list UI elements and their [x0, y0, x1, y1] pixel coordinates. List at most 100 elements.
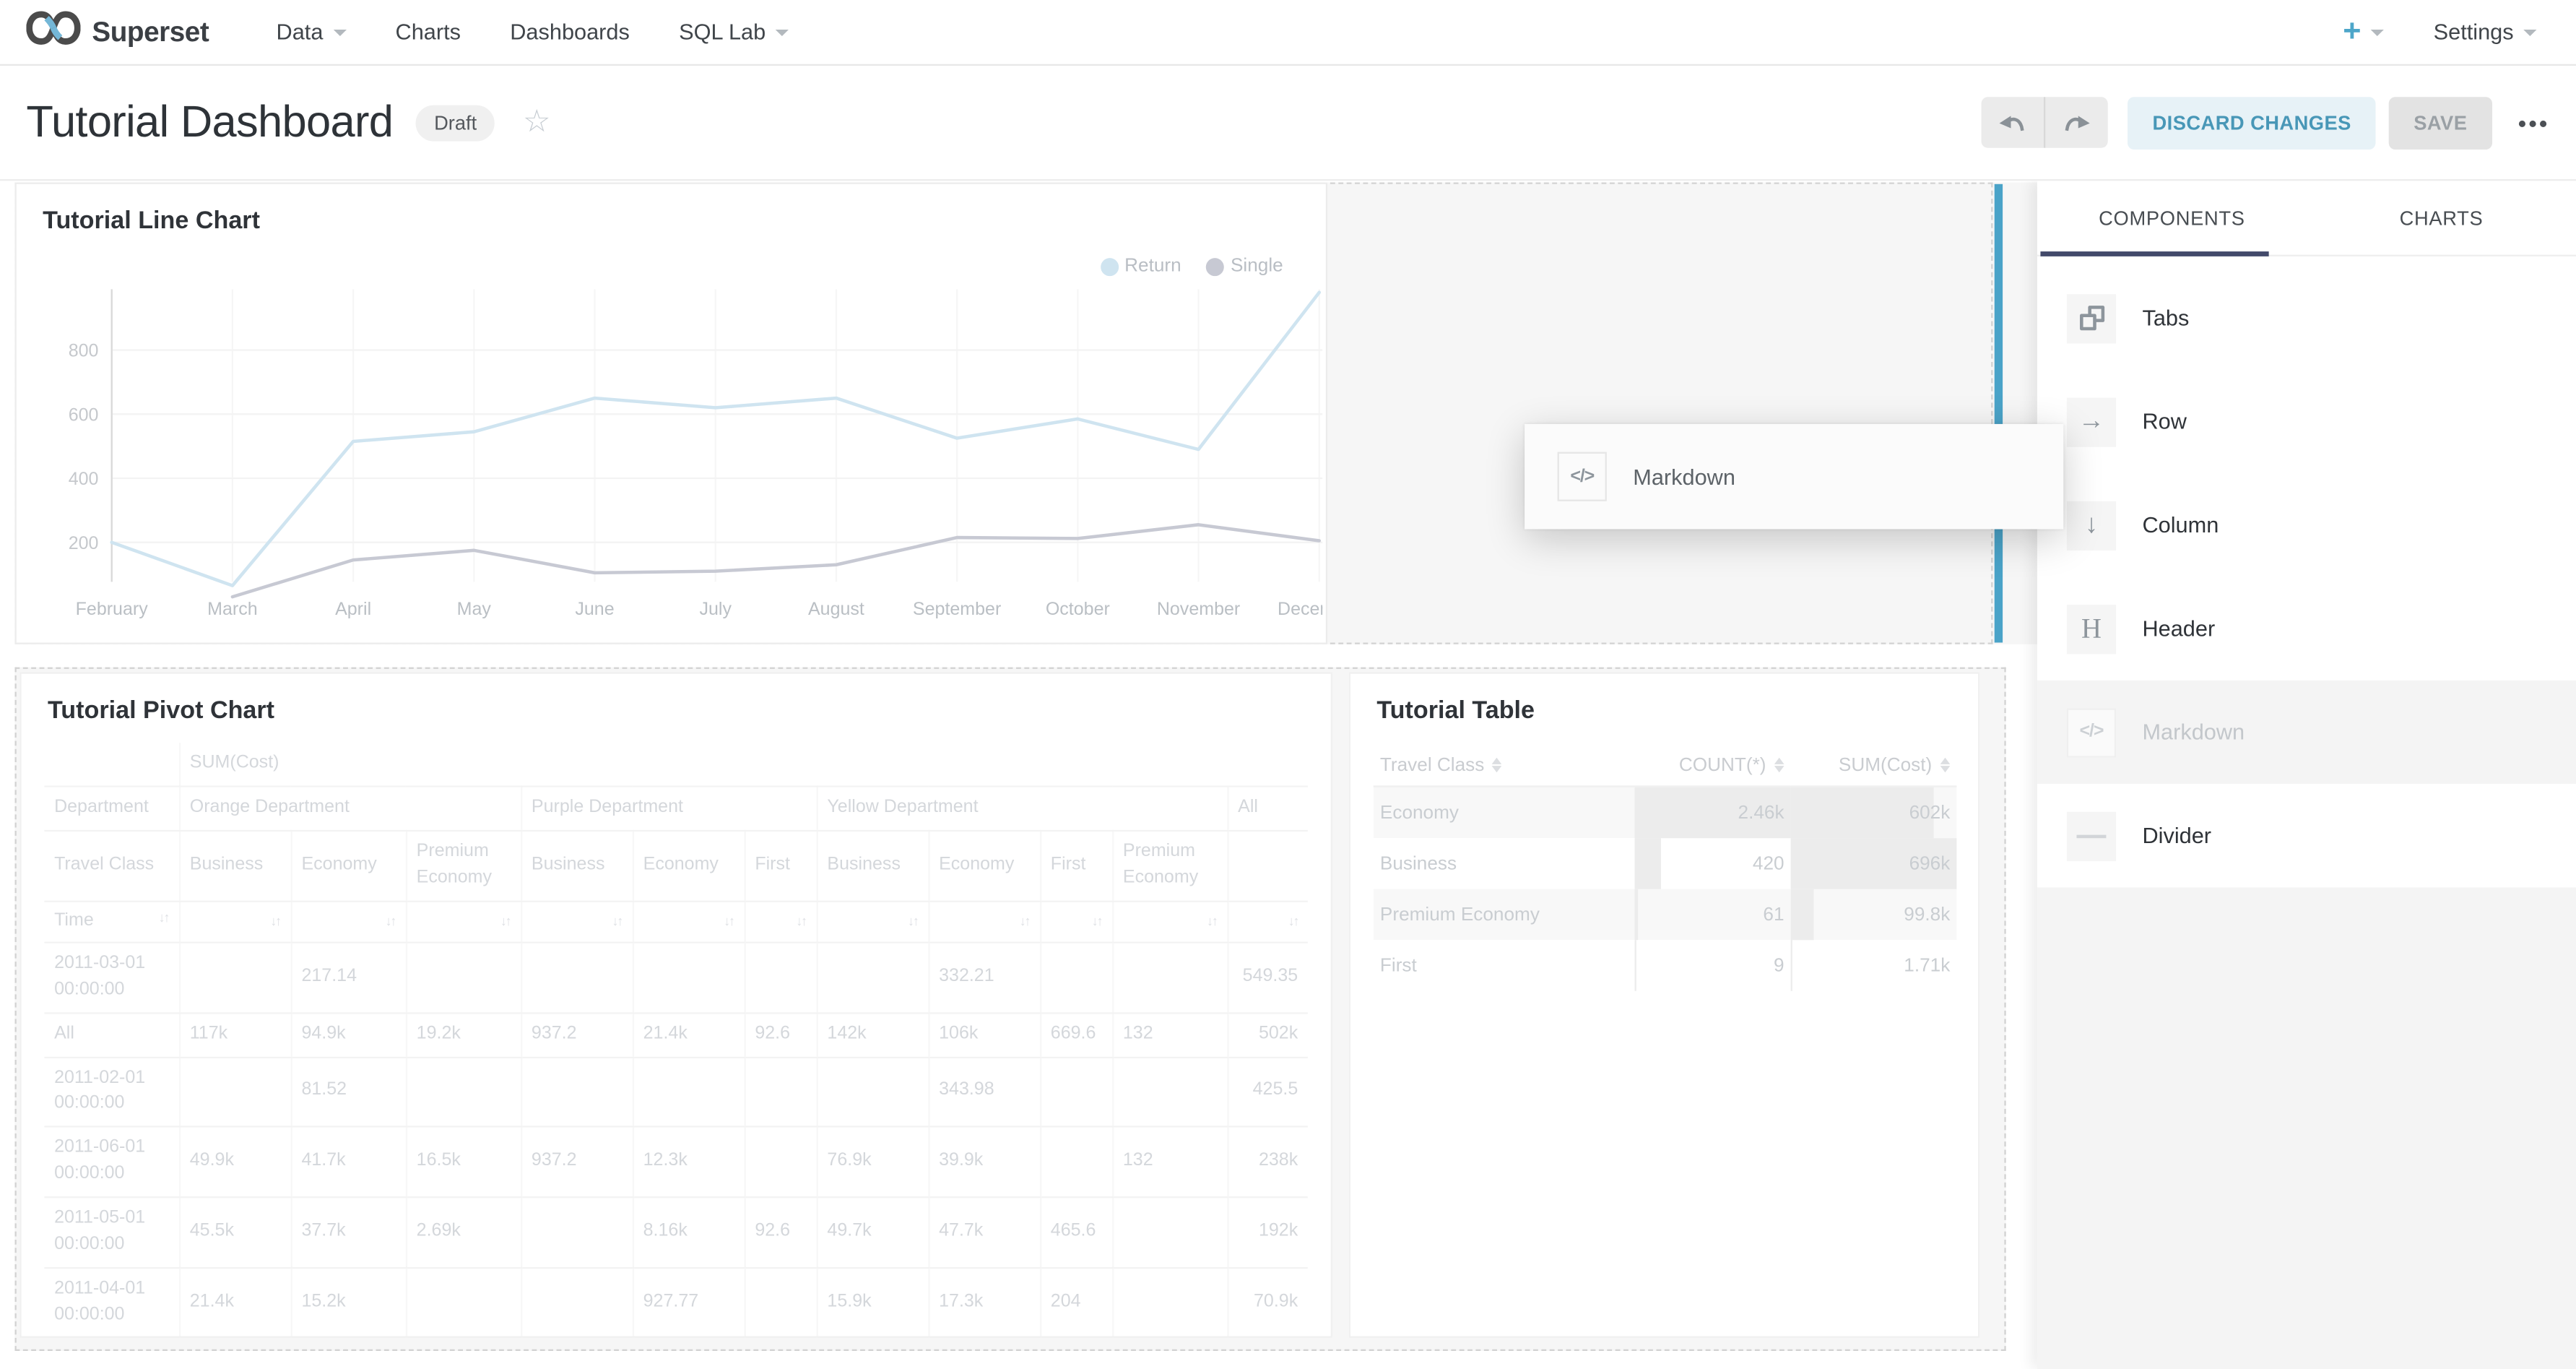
pivot-col-label: Business [817, 831, 929, 902]
sort-icon[interactable]: ↓↑ [1020, 912, 1030, 930]
drag-preview-label: Markdown [1633, 465, 1735, 489]
pivot-cell [745, 942, 817, 1013]
pivot-group-row: DepartmentOrange DepartmentPurple Depart… [44, 786, 1307, 830]
column-header[interactable]: SUM(Cost) [1791, 746, 1957, 787]
pivot-cell: 49.9k [179, 1127, 291, 1198]
svg-text:April: April [335, 599, 371, 619]
pivot-cell: 8.16k [633, 1198, 745, 1269]
pivot-cell: 937.2 [521, 1127, 633, 1198]
more-options-button[interactable]: ••• [2518, 109, 2550, 135]
pivot-cell: 92.6 [745, 1198, 817, 1269]
chart-title[interactable]: Tutorial Table [1376, 697, 1535, 725]
sort-icon[interactable]: ↓↑ [385, 912, 395, 930]
pivot-all-cell: 192k [1227, 1198, 1308, 1269]
nav-item-label: SQL Lab [679, 20, 766, 44]
column-header[interactable]: COUNT(*) [1635, 746, 1791, 787]
pivot-data-row: 2011-04-01 00:00:0021.4k15.2k927.7715.9k… [44, 1268, 1307, 1337]
count-cell: 9 [1635, 940, 1791, 991]
chart-title[interactable]: Tutorial Pivot Chart [48, 697, 274, 725]
sort-icon[interactable]: ↓↑ [1092, 912, 1102, 930]
panel-item-divider[interactable]: Divider [2037, 784, 2576, 887]
superset-infinity-icon [26, 10, 80, 54]
svg-text:October: October [1046, 599, 1110, 619]
panel-filler [2037, 887, 2576, 1369]
sort-icon[interactable]: ↓↑ [1207, 912, 1217, 930]
pivot-measure-label: SUM(Cost) [179, 743, 1308, 786]
pivot-data-row: 2011-02-01 00:00:0081.52343.98425.5 [44, 1057, 1307, 1128]
pivot-row-label: 2011-03-01 00:00:00 [44, 942, 179, 1013]
new-dropdown-button[interactable]: + [2343, 17, 2384, 48]
pivot-cell: 15.2k [291, 1268, 406, 1337]
pivot-cell [521, 1198, 633, 1269]
pivot-cell: 142k [817, 1012, 929, 1056]
save-button[interactable]: SAVE [2389, 96, 2492, 149]
sort-icon[interactable]: ↓↑ [724, 912, 734, 930]
settings-menu[interactable]: Settings [2434, 20, 2537, 44]
superset-logo[interactable]: Superset [26, 10, 209, 54]
header-actions: DISCARD CHANGES SAVE ••• [1982, 96, 2550, 149]
pivot-cell: 2.69k [406, 1198, 521, 1269]
dashboard-title[interactable]: Tutorial Dashboard [26, 97, 393, 148]
column-icon: ↓ [2067, 501, 2116, 550]
panel-item-label: Markdown [2142, 720, 2245, 744]
nav-item-dashboards[interactable]: Dashboards [510, 20, 630, 44]
pivot-data-row: 2011-03-01 00:00:00217.14332.21549.35 [44, 942, 1307, 1013]
drag-preview-markdown[interactable]: </> Markdown [1525, 424, 2063, 530]
tab-components[interactable]: COMPONENTS [2037, 181, 2307, 254]
pivot-rowdim-label: Travel Class [44, 831, 179, 902]
navbar-right: + Settings [2343, 17, 2549, 48]
pivot-all-cell: 425.5 [1227, 1057, 1308, 1128]
pivot-cell [633, 942, 745, 1013]
svg-text:800: 800 [69, 341, 99, 361]
brand-name: Superset [92, 16, 209, 48]
pivot-cell: 21.4k [179, 1268, 291, 1337]
divider-icon [2067, 811, 2116, 860]
sort-icon[interactable]: ↓↑ [1288, 912, 1298, 930]
panel-item-label: Row [2142, 409, 2186, 433]
nav-item-sql-lab[interactable]: SQL Lab [679, 20, 789, 44]
settings-label: Settings [2434, 20, 2514, 44]
panel-item-column[interactable]: ↓Column [2037, 473, 2576, 576]
pivot-cell [179, 942, 291, 1013]
sort-icon[interactable]: ↓↑ [500, 912, 511, 930]
sort-icon[interactable]: ↓↑ [612, 912, 622, 930]
panel-item-tabs[interactable]: Tabs [2037, 267, 2576, 370]
builder-panel: COMPONENTS CHARTS Tabs→Row↓ColumnHHeader… [2037, 181, 2576, 1369]
pivot-cell [745, 1057, 817, 1128]
sort-icon[interactable]: ↓↑ [908, 912, 918, 930]
line-chart-card[interactable]: Tutorial Line Chart ReturnSingle 2004006… [14, 183, 1327, 644]
pivot-row-label: 2011-06-01 00:00:00 [44, 1127, 179, 1198]
pivot-col-label: Business [179, 831, 291, 902]
sort-icon[interactable]: ↓↑ [796, 912, 806, 930]
column-header[interactable]: Travel Class [1374, 746, 1635, 787]
panel-item-row[interactable]: →Row [2037, 370, 2576, 473]
pivot-cell: 217.14 [291, 942, 406, 1013]
sort-icon[interactable]: ↓↑ [270, 912, 280, 930]
redo-icon [2062, 111, 2091, 134]
svg-text:200: 200 [69, 533, 99, 553]
sort-icon[interactable]: ↓↑ [159, 908, 169, 927]
nav-item-charts[interactable]: Charts [396, 20, 461, 44]
pivot-cell: 343.98 [928, 1057, 1040, 1128]
nav-item-data[interactable]: Data [277, 20, 347, 44]
sum-cell: 1.71k [1791, 940, 1957, 991]
tab-charts[interactable]: CHARTS [2307, 181, 2576, 254]
sum-cell: 696k [1791, 838, 1957, 889]
table-chart-card[interactable]: Tutorial Table Travel ClassCOUNT(*)SUM(C… [1349, 672, 1980, 1337]
pivot-cell: 106k [928, 1012, 1040, 1056]
discard-changes-button[interactable]: DISCARD CHANGES [2128, 96, 2376, 149]
sort-icon [1493, 759, 1503, 773]
chart-title[interactable]: Tutorial Line Chart [43, 207, 260, 236]
undo-button[interactable] [1982, 97, 2044, 148]
svg-text:June: June [575, 599, 614, 619]
pivot-chart-card[interactable]: Tutorial Pivot Chart SUM(Cost)Department… [19, 672, 1332, 1337]
header-icon: H [2067, 604, 2116, 653]
panel-item-markdown[interactable]: </> Markdown [2037, 681, 2576, 784]
top-navbar: Superset Data Charts Dashboards SQL Lab + S… [0, 0, 2576, 66]
panel-item-header[interactable]: HHeader [2037, 576, 2576, 680]
redo-button[interactable] [2044, 97, 2108, 148]
markdown-icon: </> [1558, 452, 1607, 501]
markdown-icon: </> [2067, 707, 2116, 756]
favorite-star-icon[interactable]: ☆ [523, 107, 551, 138]
pivot-col-label: First [745, 831, 817, 902]
